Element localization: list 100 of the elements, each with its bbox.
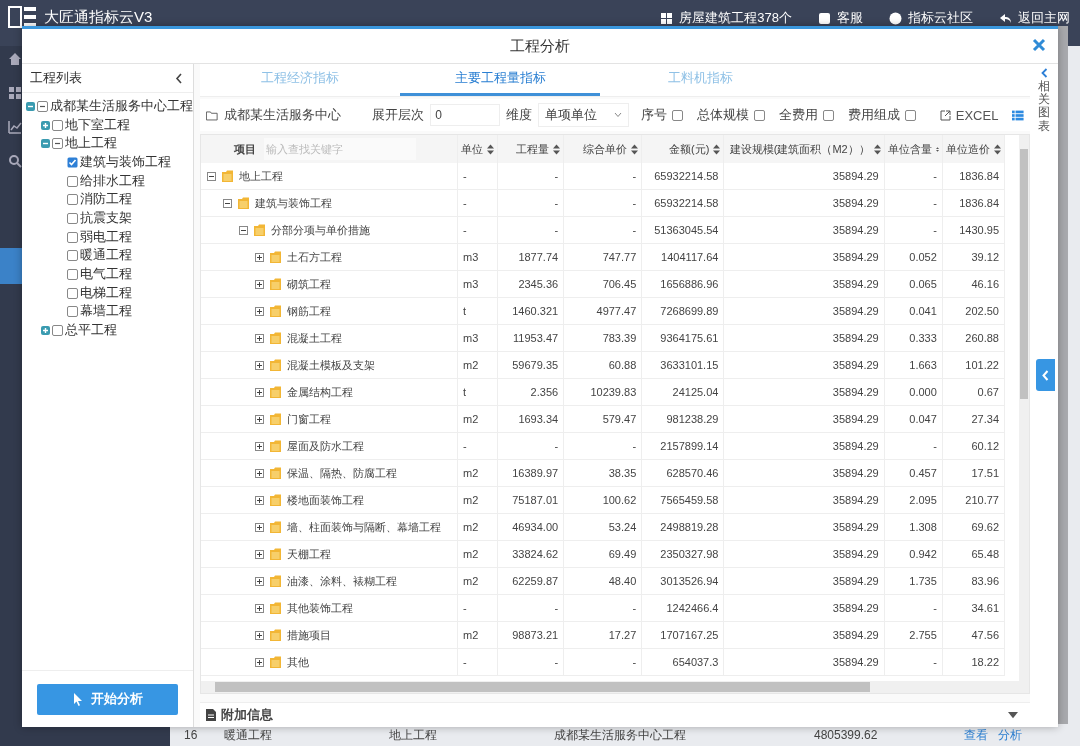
expand-icon[interactable] (255, 252, 264, 262)
checkbox[interactable] (67, 250, 78, 262)
collapse-icon[interactable] (175, 72, 183, 84)
checkbox[interactable] (671, 109, 683, 121)
expand-icon[interactable] (255, 414, 264, 424)
tree-item[interactable]: 总平工程 (65, 322, 117, 340)
chevron-icon[interactable] (1040, 68, 1048, 78)
expand-icon[interactable] (255, 657, 264, 667)
table-cell: m2 (457, 405, 498, 433)
expand-icon[interactable] (255, 387, 264, 397)
table-cell: 1877.74 (497, 243, 564, 271)
item-name: 混凝土工程 (287, 330, 342, 346)
tab[interactable]: 主要工程量指标 (400, 64, 600, 96)
sort-icon[interactable] (487, 143, 495, 155)
action-link[interactable]: 查看 (964, 726, 988, 744)
checkbox[interactable] (52, 325, 63, 337)
collapse-icon[interactable] (207, 171, 216, 181)
caret-icon[interactable] (1008, 709, 1018, 721)
checkbox[interactable] (753, 109, 765, 121)
side-panel-tab[interactable]: 相关图表 (1038, 80, 1050, 133)
dimension-select[interactable]: 单项单位 (538, 103, 629, 127)
level-input[interactable]: 0 (430, 104, 501, 126)
page-scrollbar[interactable] (1058, 26, 1068, 724)
checkbox[interactable] (52, 119, 63, 131)
tree-item[interactable]: 弱电工程 (80, 228, 132, 246)
table-cell: 35894.29 (723, 351, 885, 379)
table-cell: 35894.29 (723, 243, 885, 271)
expand-icon[interactable] (255, 630, 264, 640)
close-icon[interactable] (1032, 38, 1046, 52)
sort-icon[interactable] (873, 143, 881, 155)
tree-item[interactable]: 给排水工程 (80, 172, 145, 190)
table-cell: m3 (457, 270, 498, 298)
column-header: 单位 (461, 141, 484, 157)
sort-icon[interactable] (994, 143, 1001, 155)
expand-icon[interactable] (255, 306, 264, 316)
table-cell: 83.96 (942, 567, 1005, 595)
table-cell: - (457, 163, 498, 190)
action-link[interactable]: 分析 (998, 726, 1022, 744)
tree-item[interactable]: 抗震支架 (80, 209, 132, 227)
expand-icon[interactable] (255, 360, 264, 370)
tree-item[interactable]: 电梯工程 (80, 284, 132, 302)
table-cell: 65932214.58 (641, 163, 724, 190)
checkbox[interactable] (67, 287, 78, 299)
expand-icon[interactable] (255, 279, 264, 289)
table-cell: - (497, 163, 564, 190)
header-link[interactable]: 返回主网 (1018, 9, 1070, 27)
table-cell: 60.12 (942, 432, 1005, 460)
folder-icon (269, 331, 282, 345)
tree-item[interactable]: 消防工程 (80, 191, 132, 209)
checkbox[interactable] (67, 212, 78, 224)
collapse-icon[interactable] (239, 225, 248, 235)
checkbox[interactable] (67, 156, 78, 168)
checkbox[interactable] (67, 194, 78, 206)
table-cell: 0.052 (884, 243, 943, 271)
table-cell: - (457, 216, 498, 244)
checkbox[interactable] (67, 231, 78, 243)
expand-icon[interactable] (255, 333, 264, 343)
table-cell: 747.77 (563, 243, 642, 271)
tree-item[interactable]: 地下室工程 (65, 116, 130, 134)
checkbox[interactable] (67, 269, 78, 281)
expand-icon[interactable] (255, 576, 264, 586)
checkbox[interactable] (67, 306, 78, 318)
checkbox[interactable] (67, 175, 78, 187)
tree-item[interactable]: 电气工程 (80, 266, 132, 284)
header-link[interactable]: 客服 (837, 9, 863, 27)
tree-item[interactable]: 建筑与装饰工程 (80, 153, 171, 171)
checkbox[interactable] (822, 109, 834, 121)
checkbox[interactable] (904, 109, 916, 121)
header-link[interactable]: 指标云社区 (908, 9, 973, 27)
export-link[interactable]: EXCEL (939, 107, 999, 123)
table-cell: 2157899.14 (641, 432, 724, 460)
folder-icon (269, 277, 282, 291)
expand-icon[interactable] (255, 495, 264, 505)
table-cell: 210.77 (942, 486, 1005, 514)
checkbox[interactable] (52, 138, 63, 150)
folder-icon (269, 520, 282, 534)
sort-icon[interactable] (553, 143, 561, 155)
item-name: 其他装饰工程 (287, 600, 353, 616)
table-cell: 35894.29 (723, 297, 885, 325)
expand-icon[interactable] (255, 522, 264, 532)
checkbox[interactable] (37, 100, 48, 112)
horizontal-scrollbar[interactable] (201, 681, 1029, 693)
table-cell: 0.942 (884, 540, 943, 568)
vertical-scrollbar[interactable] (1019, 135, 1029, 681)
collapse-icon[interactable] (223, 198, 232, 208)
header-link[interactable]: 房屋建筑工程378个 (679, 9, 792, 27)
tree-item[interactable]: 暖通工程 (80, 247, 132, 265)
tree-item[interactable]: 幕墙工程 (80, 303, 132, 321)
list-icon[interactable] (1012, 109, 1024, 121)
expand-icon[interactable] (255, 441, 264, 451)
expand-icon[interactable] (255, 468, 264, 478)
expand-icon[interactable] (255, 603, 264, 613)
table-cell: 4977.47 (563, 297, 642, 325)
expand-icon[interactable] (255, 549, 264, 559)
tree-item[interactable]: 成都某生活服务中心工程 (50, 97, 193, 115)
tree-item[interactable]: 地上工程 (65, 135, 117, 153)
sort-icon[interactable] (631, 143, 639, 155)
folder-icon (269, 601, 282, 615)
sort-icon[interactable] (713, 143, 721, 155)
panel-toggle-button[interactable] (1036, 359, 1055, 391)
